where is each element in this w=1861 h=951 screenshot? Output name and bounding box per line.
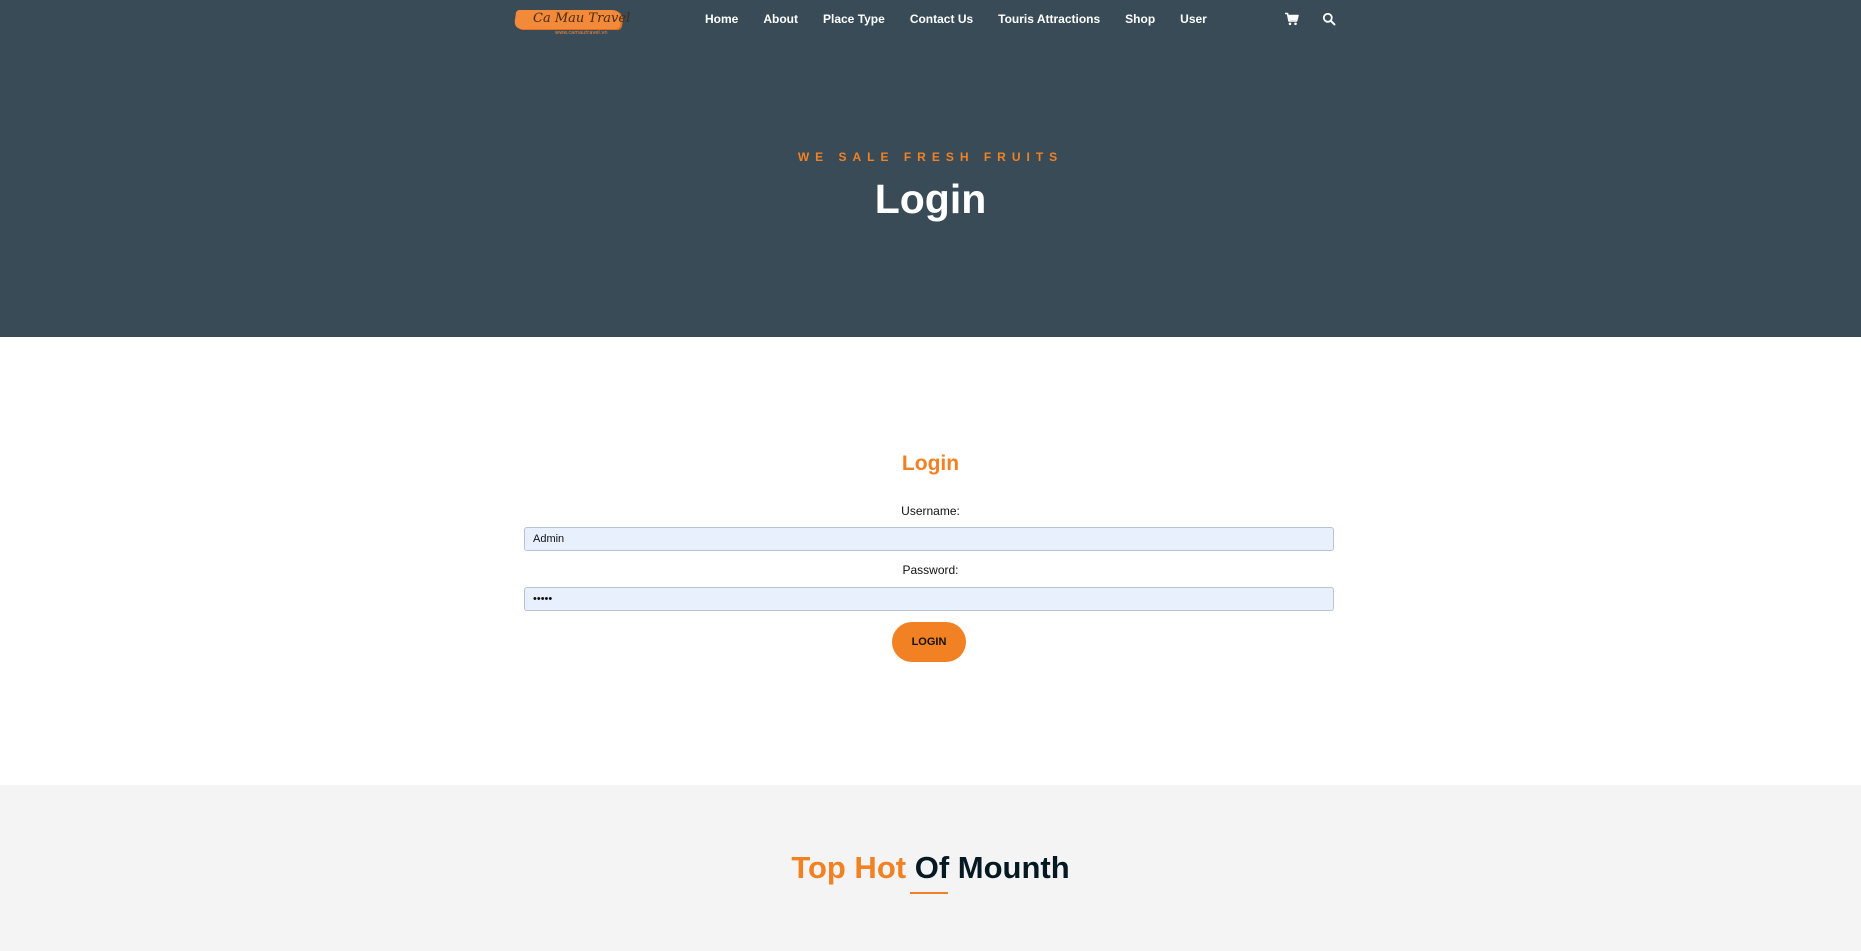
hero-eyebrow: WE SALE FRESH FRUITS: [797, 150, 1064, 164]
nav-about[interactable]: About: [763, 10, 798, 28]
password-label: Password:: [902, 563, 959, 577]
username-label: Username:: [901, 504, 960, 518]
nav-touris-attractions[interactable]: Touris Attractions: [998, 10, 1100, 28]
login-section: Login Username: Password: LOGIN: [0, 337, 1861, 785]
title-underline: [910, 892, 948, 894]
nav-user[interactable]: User: [1180, 10, 1207, 28]
search-icon[interactable]: [1322, 11, 1336, 26]
username-field[interactable]: [524, 527, 1334, 551]
top-hot-section: Top Hot Of Mounth: [0, 785, 1861, 951]
login-form-title: Login: [901, 452, 960, 475]
section-title: Top Hot Of Mounth: [0, 850, 1861, 886]
section-title-rest: Of Mounth: [914, 850, 1070, 885]
logo-text: Ca Mau Travel: [533, 11, 631, 26]
cart-icon[interactable]: [1285, 11, 1299, 26]
login-button[interactable]: LOGIN: [892, 622, 966, 662]
site-logo[interactable]: Ca Mau Travel www.camautravel.vn: [513, 7, 631, 36]
section-title-highlight: Top Hot: [791, 850, 907, 885]
main-menu: Home About Place Type Contact Us Touris …: [705, 10, 1207, 28]
nav-home[interactable]: Home: [705, 10, 738, 28]
password-field[interactable]: [524, 587, 1334, 611]
top-navigation-bar: Ca Mau Travel www.camautravel.vn Home Ab…: [0, 0, 1861, 38]
hero-banner: Ca Mau Travel www.camautravel.vn Home Ab…: [0, 0, 1861, 337]
nav-contact-us[interactable]: Contact Us: [910, 10, 973, 28]
nav-shop[interactable]: Shop: [1125, 10, 1155, 28]
nav-place-type[interactable]: Place Type: [823, 10, 885, 28]
page-title: Login: [874, 176, 987, 222]
logo-subtext: www.camautravel.vn: [555, 30, 608, 36]
